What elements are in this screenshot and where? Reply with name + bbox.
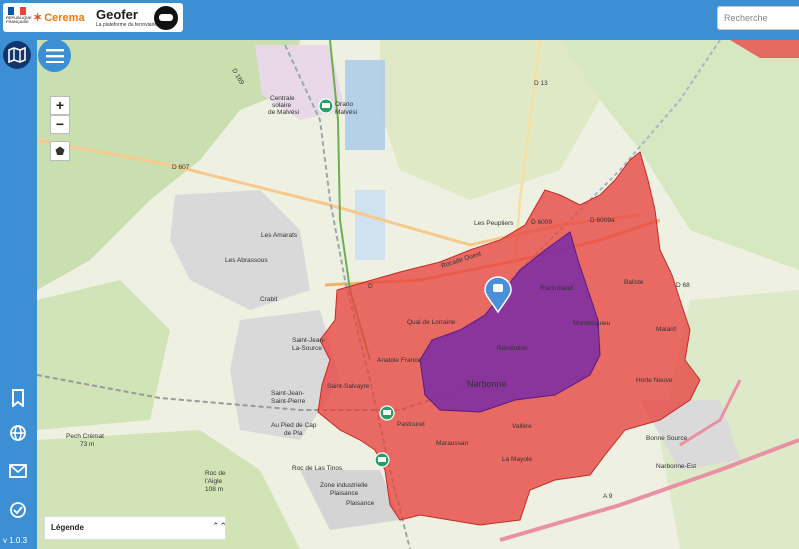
- place-label: Malard: [656, 326, 676, 333]
- place-label: Razimbaud: [540, 285, 573, 292]
- place-label: Orano: [335, 101, 353, 108]
- map-canvas[interactable]: Les Amarats Les Abrassous Crabit Saint-J…: [37, 40, 799, 549]
- city-label: Narbonne: [467, 379, 507, 389]
- place-label: Les Peupliers: [474, 220, 514, 227]
- version-label: v 1.0.3: [3, 536, 28, 545]
- logo-box: RÉPUBLIQUE FRANÇAISE ✶ Cerema Geofer La p…: [3, 3, 183, 32]
- place-label: La Mayole: [502, 456, 532, 463]
- place-label: Centrale: [270, 95, 295, 102]
- place-label: Roc de: [205, 470, 226, 477]
- draw-polygon-button[interactable]: [50, 141, 70, 161]
- road-label: D 6009: [531, 219, 552, 226]
- menu-button[interactable]: [38, 39, 71, 72]
- place-label: Malvési: [335, 109, 357, 116]
- place-label: Plaisance: [346, 500, 375, 507]
- place-label: Zone industrielle: [320, 482, 368, 489]
- place-label: Pastouret: [397, 421, 425, 428]
- train-logo-icon: [154, 6, 178, 30]
- place-label: Plaisance: [330, 490, 359, 497]
- water-basins: [355, 190, 385, 260]
- place-label: Révolution: [497, 345, 528, 352]
- road-label: D 68: [676, 282, 690, 289]
- place-label: Horte Neuve: [636, 377, 673, 384]
- place-label: de Malvési: [268, 109, 299, 116]
- cerema-logo: ✶ Cerema: [33, 12, 85, 24]
- road-label: D 6009a: [590, 217, 615, 224]
- place-label: de Pla: [284, 430, 303, 437]
- place-label: Les Abrassous: [225, 257, 268, 264]
- check-circle-icon[interactable]: [5, 497, 31, 523]
- chevron-up-icon[interactable]: ⌃⌃: [212, 521, 227, 532]
- road-label: D 607: [172, 164, 190, 171]
- bus-stop-icon[interactable]: [318, 98, 334, 114]
- cerema-label: Cerema: [44, 12, 85, 24]
- place-label: Anatole France: [377, 357, 421, 364]
- place-label: Au Pied de Cap: [271, 422, 317, 429]
- polygon-icon: [55, 146, 65, 155]
- place-label: Maraussan: [436, 440, 469, 447]
- bus-stop-icon[interactable]: [374, 452, 390, 468]
- place-label: Saint-Jean-: [271, 390, 304, 397]
- zoom-in-button[interactable]: +: [50, 96, 70, 115]
- zoom-out-button[interactable]: −: [50, 115, 70, 134]
- legend-panel[interactable]: Légende ⌃⌃: [44, 516, 227, 540]
- place-label: l'Aigle: [205, 478, 223, 485]
- place-label: La-Source: [292, 345, 322, 352]
- bookmark-icon[interactable]: [5, 385, 31, 411]
- place-label: Les Amarats: [261, 232, 298, 239]
- place-label: Roc de Las Tinos: [292, 465, 343, 472]
- hamburger-icon: [45, 48, 64, 63]
- legend-title: Légende: [51, 523, 84, 532]
- place-label: Baliste: [624, 279, 644, 286]
- place-label: Crabit: [260, 296, 278, 303]
- place-label: 73 m: [80, 441, 94, 448]
- place-label: Pech Crémat: [66, 433, 104, 440]
- place-label: Saint-Pierre: [271, 398, 306, 405]
- road-label: D 13: [534, 80, 548, 87]
- road-label: D: [368, 283, 373, 290]
- road-label: A 9: [603, 493, 613, 500]
- place-label: Saint-Salvayre: [327, 383, 370, 390]
- place-label: solaire: [272, 102, 292, 109]
- place-label: Vallère: [512, 423, 532, 430]
- map-view[interactable]: Les Amarats Les Abrassous Crabit Saint-J…: [37, 40, 799, 549]
- top-bar: RÉPUBLIQUE FRANÇAISE ✶ Cerema Geofer La p…: [0, 0, 799, 40]
- place-label: Montesquieu: [573, 320, 611, 327]
- place-label: Saint-Jean-: [292, 337, 325, 344]
- map-layers-button[interactable]: [3, 41, 31, 69]
- geofer-title: Geofer: [96, 7, 138, 22]
- place-label: Quai de Lorraine: [407, 319, 456, 326]
- bus-stop-icon[interactable]: [379, 405, 395, 421]
- place-label: Bonne Source: [646, 435, 688, 442]
- geofer-subtitle: La plateforme du ferroviaire: [96, 22, 158, 28]
- map-icon: [8, 47, 26, 63]
- place-label: Narbonne-Est: [656, 463, 696, 470]
- globe-icon[interactable]: [5, 420, 31, 446]
- mail-icon[interactable]: [5, 458, 31, 484]
- search-input[interactable]: [717, 6, 799, 30]
- republique-francaise-logo: RÉPUBLIQUE FRANÇAISE: [6, 6, 32, 28]
- sidebar: [0, 40, 37, 549]
- place-label: 108 m: [205, 486, 223, 493]
